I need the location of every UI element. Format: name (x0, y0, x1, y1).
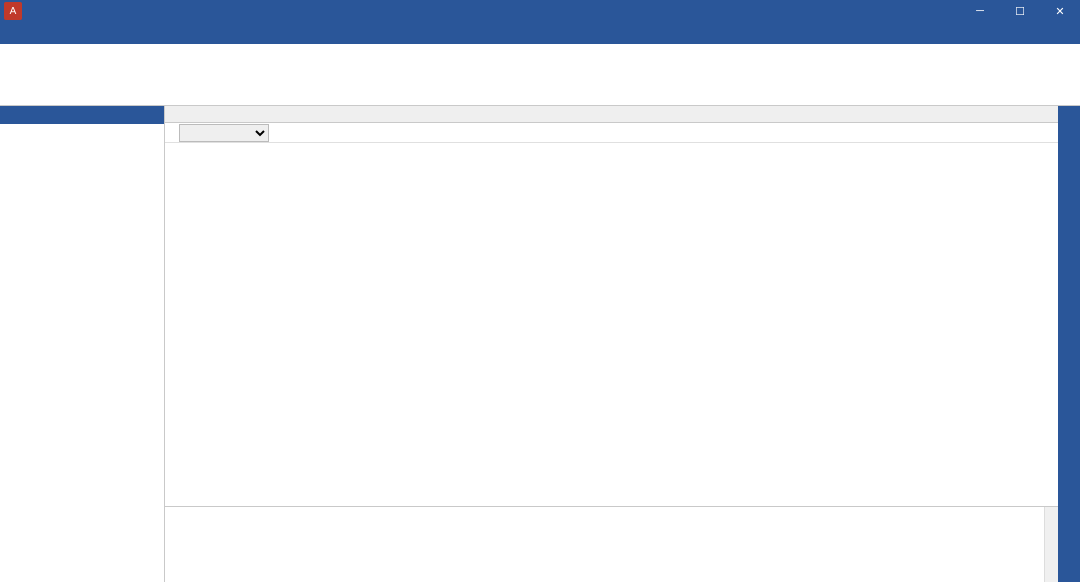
maximize-button[interactable]: ☐ (1000, 0, 1040, 22)
monitor-toolbar (165, 123, 1058, 143)
monitor-type-select[interactable] (179, 124, 269, 142)
project-sidebar (0, 106, 165, 582)
minimize-button[interactable]: ─ (960, 0, 1000, 22)
right-toolbar (1058, 106, 1080, 582)
ribbon (0, 44, 1080, 106)
sidebar-tab[interactable] (0, 106, 164, 124)
residuals-chart[interactable] (165, 143, 1058, 505)
close-button[interactable]: ✕ (1040, 0, 1080, 22)
view-tabs (165, 106, 1058, 123)
console-scrollbar[interactable] (1044, 507, 1058, 582)
output-console[interactable] (165, 506, 1058, 582)
app-logo-icon: A (4, 2, 22, 20)
titlebar: A ─ ☐ ✕ (0, 0, 1080, 22)
main-panel (165, 106, 1058, 582)
menubar (0, 22, 1080, 44)
project-tree[interactable] (0, 124, 164, 582)
